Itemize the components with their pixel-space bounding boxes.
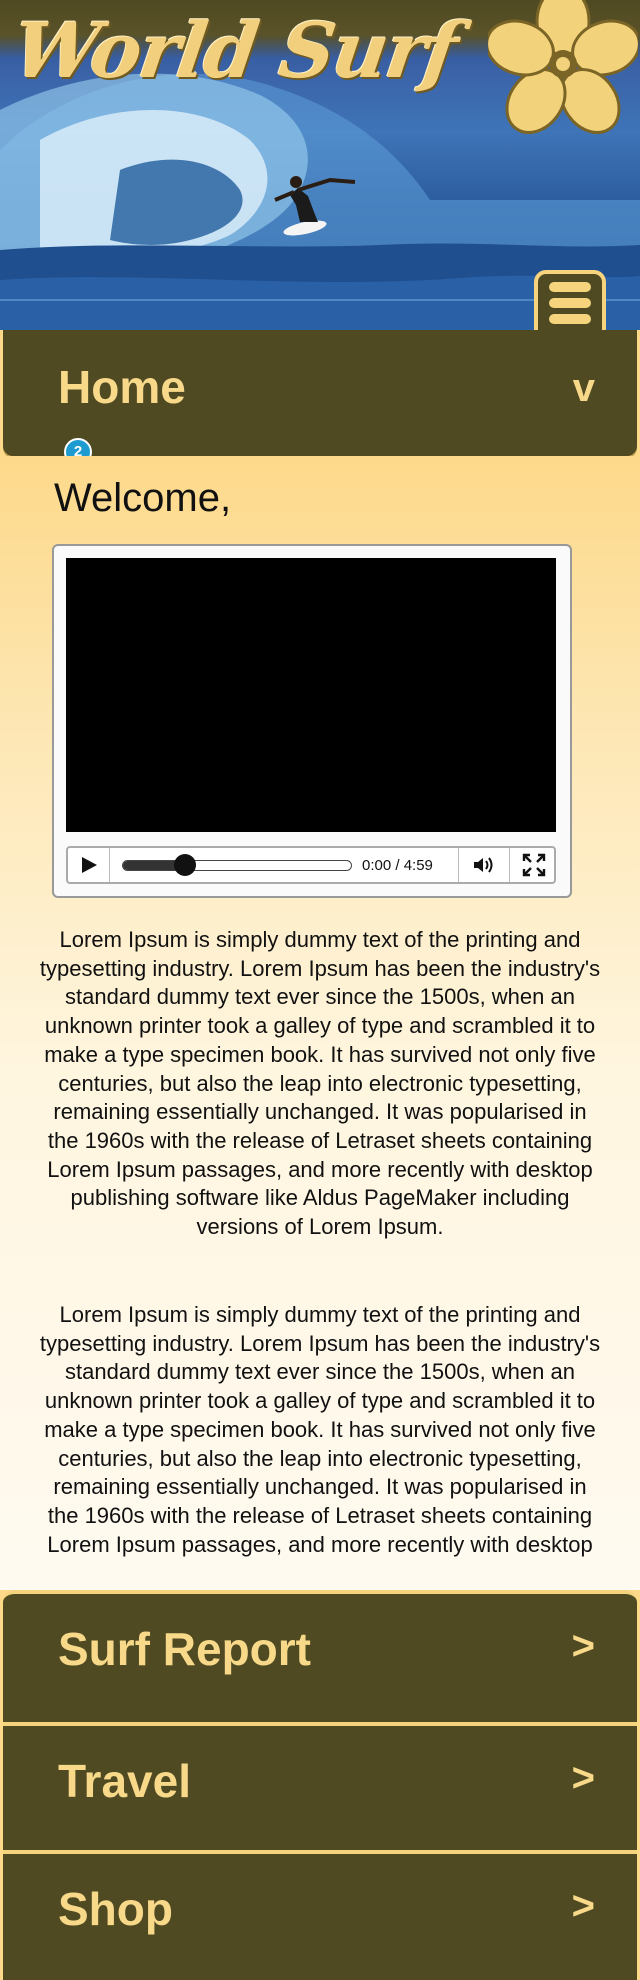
nav-shop-label: Shop xyxy=(58,1883,173,1935)
chevron-right-icon: > xyxy=(571,1624,595,1668)
volume-icon xyxy=(474,857,493,873)
chevron-down-icon: v xyxy=(572,366,595,410)
nav-surf-report-label: Surf Report xyxy=(58,1623,311,1675)
nav-shop[interactable]: Shop > xyxy=(3,1850,637,1980)
video-time: 0:00 / 4:59 xyxy=(362,857,433,874)
fullscreen-button[interactable] xyxy=(514,848,554,882)
welcome-heading: Welcome, xyxy=(54,476,232,520)
video-screen[interactable] xyxy=(66,558,556,832)
main-content: Welcome, 0:00 / 4:59 Lorem Ipsum is simp… xyxy=(0,456,640,1590)
play-button[interactable] xyxy=(68,848,110,882)
nav-travel-label: Travel xyxy=(58,1755,191,1807)
nav-home-label: Home xyxy=(58,361,186,413)
progress-thumb[interactable] xyxy=(173,854,196,876)
body-paragraph: Lorem Ipsum is simply dummy text of the … xyxy=(39,927,601,1240)
nav-surf-report[interactable]: Surf Report > xyxy=(3,1590,637,1722)
nav-travel[interactable]: Travel > xyxy=(3,1722,637,1850)
body-paragraph: Lorem Ipsum is simply dummy text of the … xyxy=(39,1302,601,1557)
chevron-right-icon: > xyxy=(571,1756,595,1800)
hamburger-menu-icon xyxy=(549,282,591,292)
site-logo[interactable]: World Surf xyxy=(8,6,462,95)
fullscreen-icon xyxy=(522,853,546,876)
header-banner: World Surf xyxy=(0,0,640,330)
video-player: 0:00 / 4:59 xyxy=(52,544,572,898)
volume-button[interactable] xyxy=(458,848,510,882)
video-progress-slider[interactable] xyxy=(122,854,352,876)
video-controls: 0:00 / 4:59 xyxy=(66,846,556,884)
chevron-right-icon: > xyxy=(571,1884,595,1928)
hamburger-menu-button[interactable] xyxy=(534,270,606,330)
hibiscus-flower-icon xyxy=(488,0,638,134)
nav-home[interactable]: Home v xyxy=(3,330,637,456)
